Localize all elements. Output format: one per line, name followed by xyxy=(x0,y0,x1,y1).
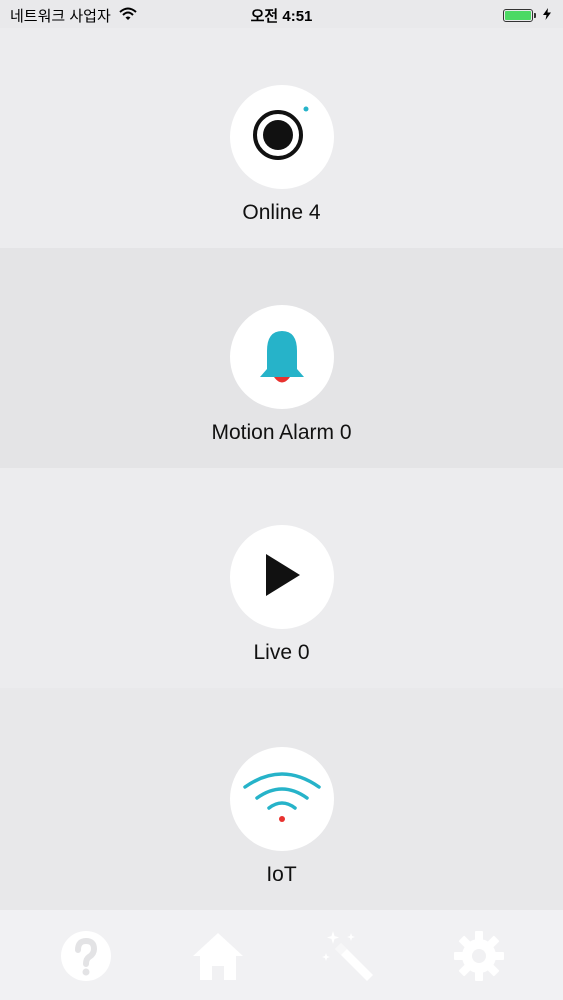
iot-button[interactable] xyxy=(229,747,334,851)
battery-level xyxy=(505,11,531,20)
wifi-signal-icon xyxy=(242,769,322,830)
bell-icon xyxy=(255,325,309,390)
magic-wand-tab[interactable] xyxy=(320,930,376,986)
bolt-icon xyxy=(543,7,551,24)
status-bar: 네트워크 사업자 오전 4:51 xyxy=(0,0,563,30)
gear-icon xyxy=(452,929,506,988)
iot-label: IoT xyxy=(266,863,297,886)
play-icon xyxy=(260,551,304,604)
iot-panel[interactable]: IoT xyxy=(0,690,563,910)
record-icon xyxy=(252,105,312,170)
home-icon xyxy=(191,930,245,987)
help-icon xyxy=(59,929,113,988)
live-button[interactable] xyxy=(229,525,334,629)
help-tab[interactable] xyxy=(58,930,114,986)
motion-alarm-label: Motion Alarm 0 xyxy=(211,421,352,444)
online-panel[interactable]: Online 4 xyxy=(0,28,563,248)
live-label: Live 0 xyxy=(253,641,310,664)
home-tab[interactable] xyxy=(190,930,246,986)
magic-wand-icon xyxy=(321,929,375,988)
status-time: 오전 4:51 xyxy=(250,8,313,25)
motion-alarm-button[interactable] xyxy=(229,305,334,409)
battery-icon xyxy=(503,9,536,22)
tab-bar xyxy=(0,910,563,1000)
online-label: Online 4 xyxy=(242,201,321,224)
live-panel[interactable]: Live 0 xyxy=(0,468,563,688)
motion-alarm-panel[interactable]: Motion Alarm 0 xyxy=(0,248,563,468)
settings-tab[interactable] xyxy=(451,930,507,986)
status-right xyxy=(503,7,551,24)
online-button[interactable] xyxy=(229,85,334,189)
